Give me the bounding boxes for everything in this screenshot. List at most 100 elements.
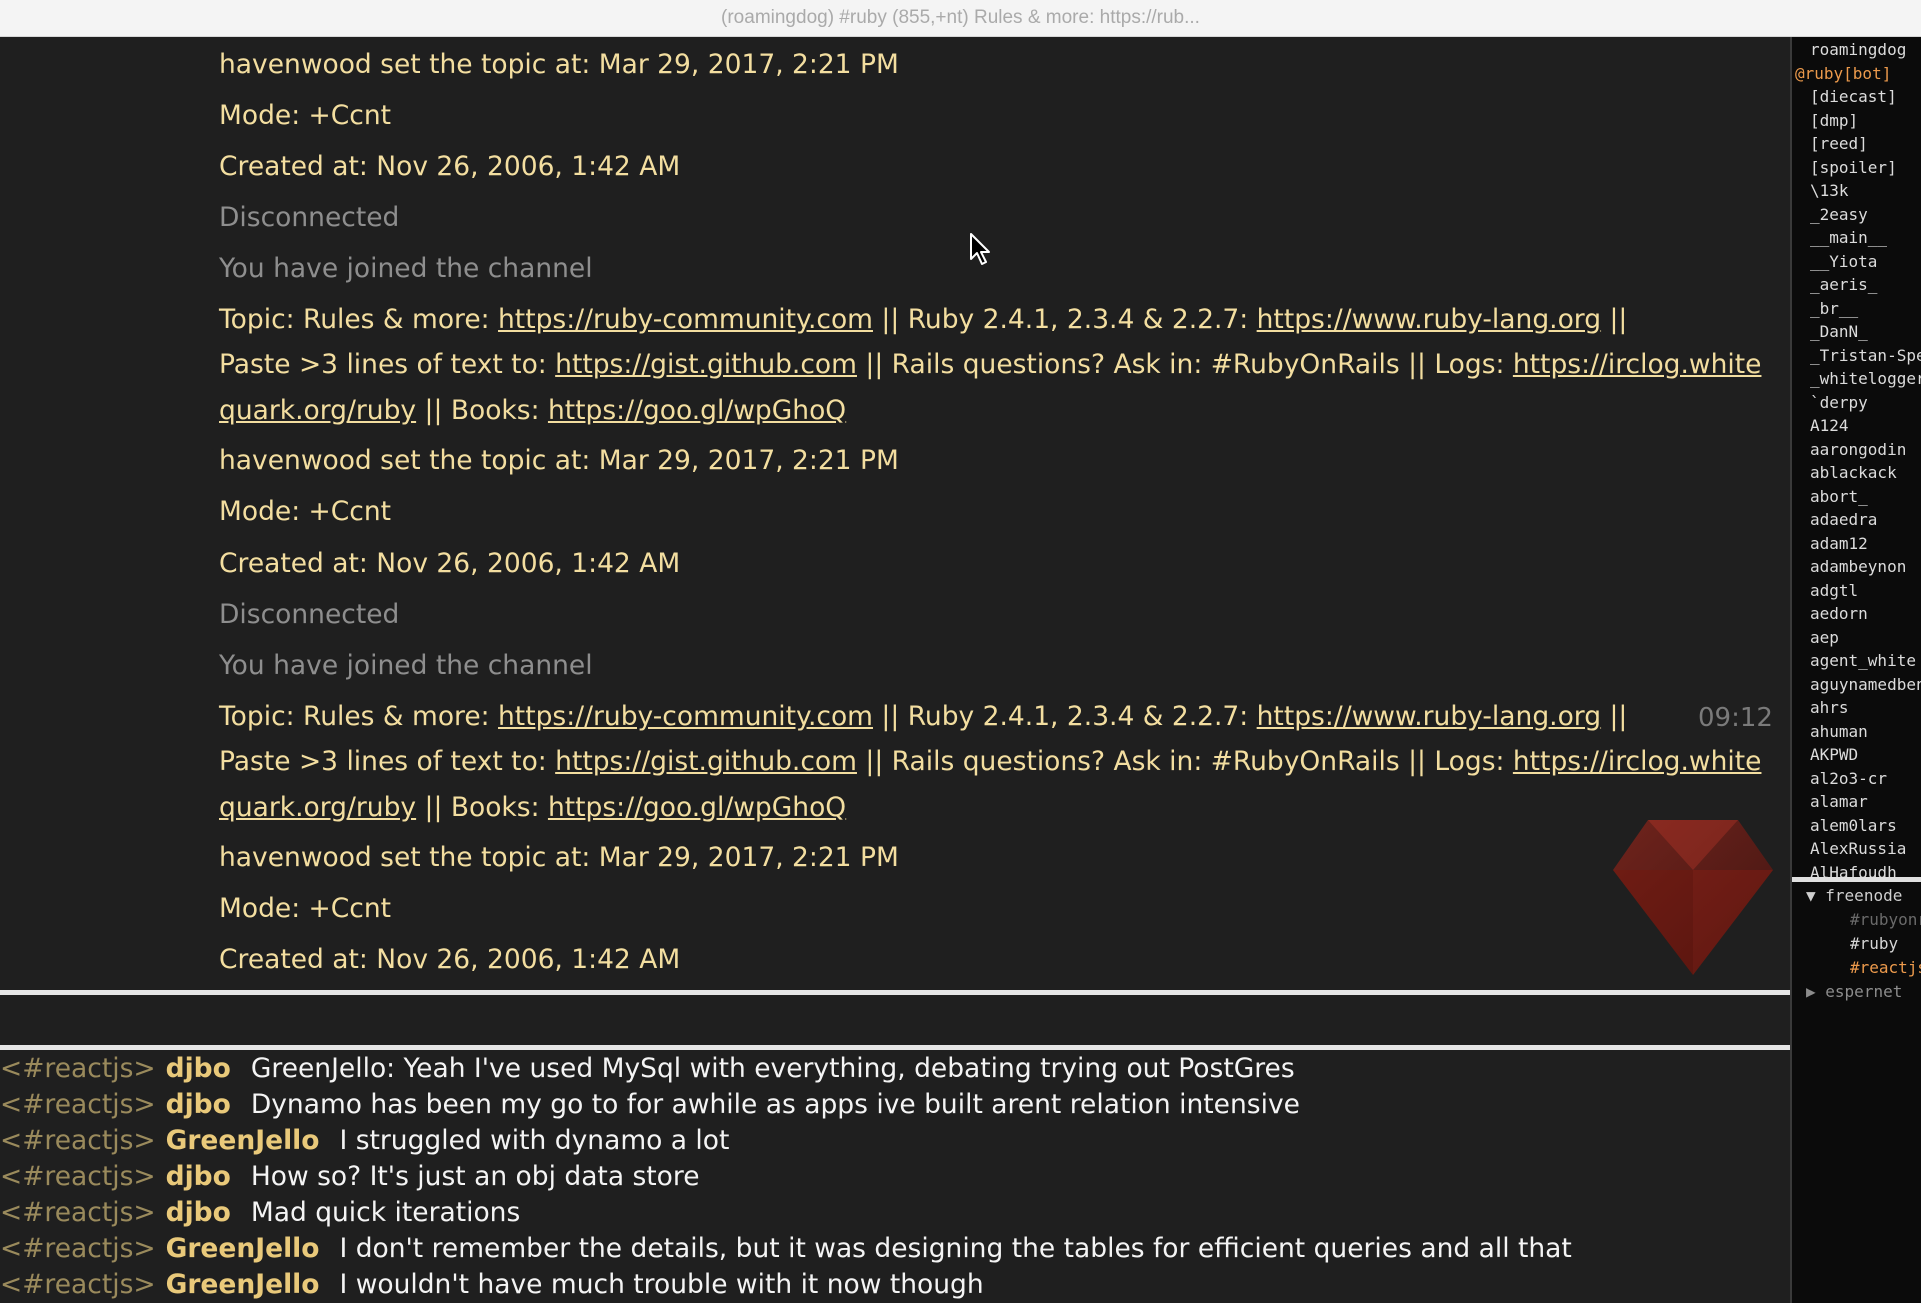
user-list-item[interactable]: \13k (1810, 179, 1849, 203)
chat-message: <#reactjs> GreenJello I don't remember the… (0, 1231, 1572, 1267)
user-list-item[interactable]: ablackack (1810, 461, 1897, 485)
user-list-item[interactable]: _Tristan-Spee (1810, 344, 1921, 368)
chat-text: I struggled with dynamo a lot (339, 1125, 730, 1156)
chat-channel-tag[interactable]: <#reactjs> (0, 1053, 156, 1084)
topic-link[interactable]: https://www.ruby-lang.org (1257, 304, 1601, 335)
chat-channel-tag[interactable]: <#reactjs> (0, 1233, 156, 1264)
user-list-item[interactable]: [spoiler] (1810, 156, 1897, 180)
topic-link[interactable]: quark.org/ruby (219, 395, 416, 426)
activity-pane[interactable]: <#reactjs> djbo GreenJello: Yeah I've used… (0, 1050, 1790, 1303)
user-list-item[interactable]: `derpy (1810, 391, 1868, 415)
message-text: Created at: Nov 26, 2006, 1:42 AM (219, 548, 681, 579)
user-list-item[interactable]: @ruby[bot] (1795, 62, 1891, 86)
server-freenode[interactable]: ▼ freenode (1806, 884, 1902, 908)
chat-nick[interactable]: GreenJello (166, 1269, 320, 1300)
user-list-item[interactable]: _br__ (1810, 297, 1858, 321)
chat-nick[interactable]: djbo (166, 1161, 231, 1192)
message-text: || Books: (416, 395, 548, 426)
user-list-item[interactable]: aedorn (1810, 602, 1868, 626)
user-list-item[interactable]: alem0lars (1810, 814, 1897, 838)
chat-text: How so? It's just an obj data store (250, 1161, 700, 1192)
channel-item-ruby[interactable]: #ruby (1850, 932, 1898, 956)
channel-item-reactjs[interactable]: #reactjs (1850, 956, 1921, 980)
message-text: Created at: Nov 26, 2006, 1:42 AM (219, 151, 681, 182)
user-list-item[interactable]: aguynamedben (1810, 673, 1921, 697)
chat-nick[interactable]: GreenJello (166, 1233, 320, 1264)
user-list-item[interactable]: [reed] (1810, 132, 1868, 156)
topic-line: quark.org/ruby || Books: https://goo.gl/… (219, 785, 1764, 830)
chat-message: <#reactjs> GreenJello I struggled with dyn… (0, 1123, 729, 1159)
mouse-cursor-icon (970, 233, 990, 265)
user-list-item[interactable]: __main__ (1810, 226, 1887, 250)
disclosure-triangle-down-icon[interactable]: ▼ (1806, 886, 1816, 905)
chat-nick[interactable]: djbo (166, 1089, 231, 1120)
user-list-item[interactable]: roamingdog (1810, 38, 1906, 62)
status-message: Disconnected (219, 592, 1764, 637)
message-text: havenwood set the topic at: Mar 29, 2017… (219, 445, 899, 476)
channel-label: #reactjs (1850, 958, 1921, 977)
chat-channel-tag[interactable]: <#reactjs> (0, 1089, 156, 1120)
user-list-item[interactable]: __Yiota (1810, 250, 1877, 274)
disclosure-triangle-right-icon[interactable]: ▶ (1806, 982, 1816, 1001)
user-list-item[interactable]: AKPWD (1810, 743, 1858, 767)
chat-channel-tag[interactable]: <#reactjs> (0, 1269, 156, 1300)
topic-link[interactable]: quark.org/ruby (219, 792, 416, 823)
user-list-item[interactable]: adgtl (1810, 579, 1858, 603)
chat-text: GreenJello: Yeah I've used MySql with ev… (250, 1053, 1295, 1084)
topic-link[interactable]: https://irclog.white (1513, 746, 1762, 777)
topic-link[interactable]: https://ruby-community.com (498, 701, 873, 732)
chat-nick[interactable]: GreenJello (166, 1125, 320, 1156)
user-list-item[interactable]: [diecast] (1810, 85, 1897, 109)
window-title: (roamingdog) #ruby (855,+nt) Rules & mor… (721, 7, 1200, 28)
notice-message: havenwood set the topic at: Mar 29, 2017… (219, 438, 1764, 483)
user-list-item[interactable]: _whitelogger (1810, 367, 1921, 391)
notice-message: Mode: +Ccnt (219, 489, 1764, 534)
server-label: freenode (1825, 886, 1903, 905)
user-list-item[interactable]: alamar (1810, 790, 1868, 814)
window-titlebar: (roamingdog) #ruby (855,+nt) Rules & mor… (0, 0, 1921, 37)
channel-item-rubyonrails[interactable]: #rubyonr (1850, 908, 1921, 932)
user-list-item[interactable]: agent_white (1810, 649, 1916, 673)
message-text: Mode: +Ccnt (219, 893, 392, 924)
user-list-item[interactable]: ahrs (1810, 696, 1849, 720)
chat-nick[interactable]: djbo (166, 1197, 231, 1228)
user-list-item[interactable]: aep (1810, 626, 1839, 650)
user-list-item[interactable]: aarongodin (1810, 438, 1906, 462)
chat-text: Dynamo has been my go to for awhile as a… (250, 1089, 1300, 1120)
topic-link[interactable]: https://www.ruby-lang.org (1257, 701, 1601, 732)
server-espernet[interactable]: ▶ espernet (1806, 980, 1902, 1004)
topic-link[interactable]: https://ruby-community.com (498, 304, 873, 335)
user-list-item[interactable]: al2o3-cr (1810, 767, 1887, 791)
topic-link[interactable]: https://goo.gl/wpGhoQ (548, 792, 846, 823)
topic-link[interactable]: https://goo.gl/wpGhoQ (548, 395, 846, 426)
user-list-item[interactable]: adam12 (1810, 532, 1868, 556)
message-text: || (1601, 701, 1628, 732)
user-list-item[interactable]: adambeynon (1810, 555, 1906, 579)
user-list-item[interactable]: ahuman (1810, 720, 1868, 744)
sidebar-divider[interactable] (1792, 877, 1921, 882)
message-text: havenwood set the topic at: Mar 29, 2017… (219, 49, 899, 80)
chat-channel-tag[interactable]: <#reactjs> (0, 1161, 156, 1192)
user-list-item[interactable]: [dmp] (1810, 109, 1858, 133)
channel-label: #ruby (1850, 934, 1899, 953)
topic-line: Paste >3 lines of text to: https://gist.… (219, 739, 1764, 784)
user-list-item[interactable]: _2easy (1810, 203, 1868, 227)
topic-link[interactable]: https://gist.github.com (555, 746, 857, 777)
topic-link[interactable]: https://irclog.white (1513, 349, 1762, 380)
user-list-item[interactable]: adaedra (1810, 508, 1877, 532)
message-input[interactable] (0, 995, 1790, 1045)
channel-message-pane[interactable]: havenwood set the topic at: Mar 29, 2017… (0, 37, 1790, 990)
notice-message: Mode: +Ccnt (219, 886, 1764, 931)
chat-channel-tag[interactable]: <#reactjs> (0, 1197, 156, 1228)
topic-link[interactable]: https://gist.github.com (555, 349, 857, 380)
chat-channel-tag[interactable]: <#reactjs> (0, 1125, 156, 1156)
user-list-item[interactable]: A124 (1810, 414, 1849, 438)
chat-message: <#reactjs> djbo Mad quick iterations (0, 1195, 520, 1231)
user-list-item[interactable]: AlexRussia (1810, 837, 1906, 861)
user-list-item[interactable]: _aeris_ (1810, 273, 1877, 297)
user-list-item[interactable]: _DanN_ (1810, 320, 1868, 344)
sidebar: roamingdog @ruby[bot] [diecast] [dmp] [reed]… (1790, 37, 1921, 1303)
chat-nick[interactable]: djbo (166, 1053, 231, 1084)
user-list-item[interactable]: abort_ (1810, 485, 1868, 509)
message-text: You have joined the channel (219, 253, 593, 284)
